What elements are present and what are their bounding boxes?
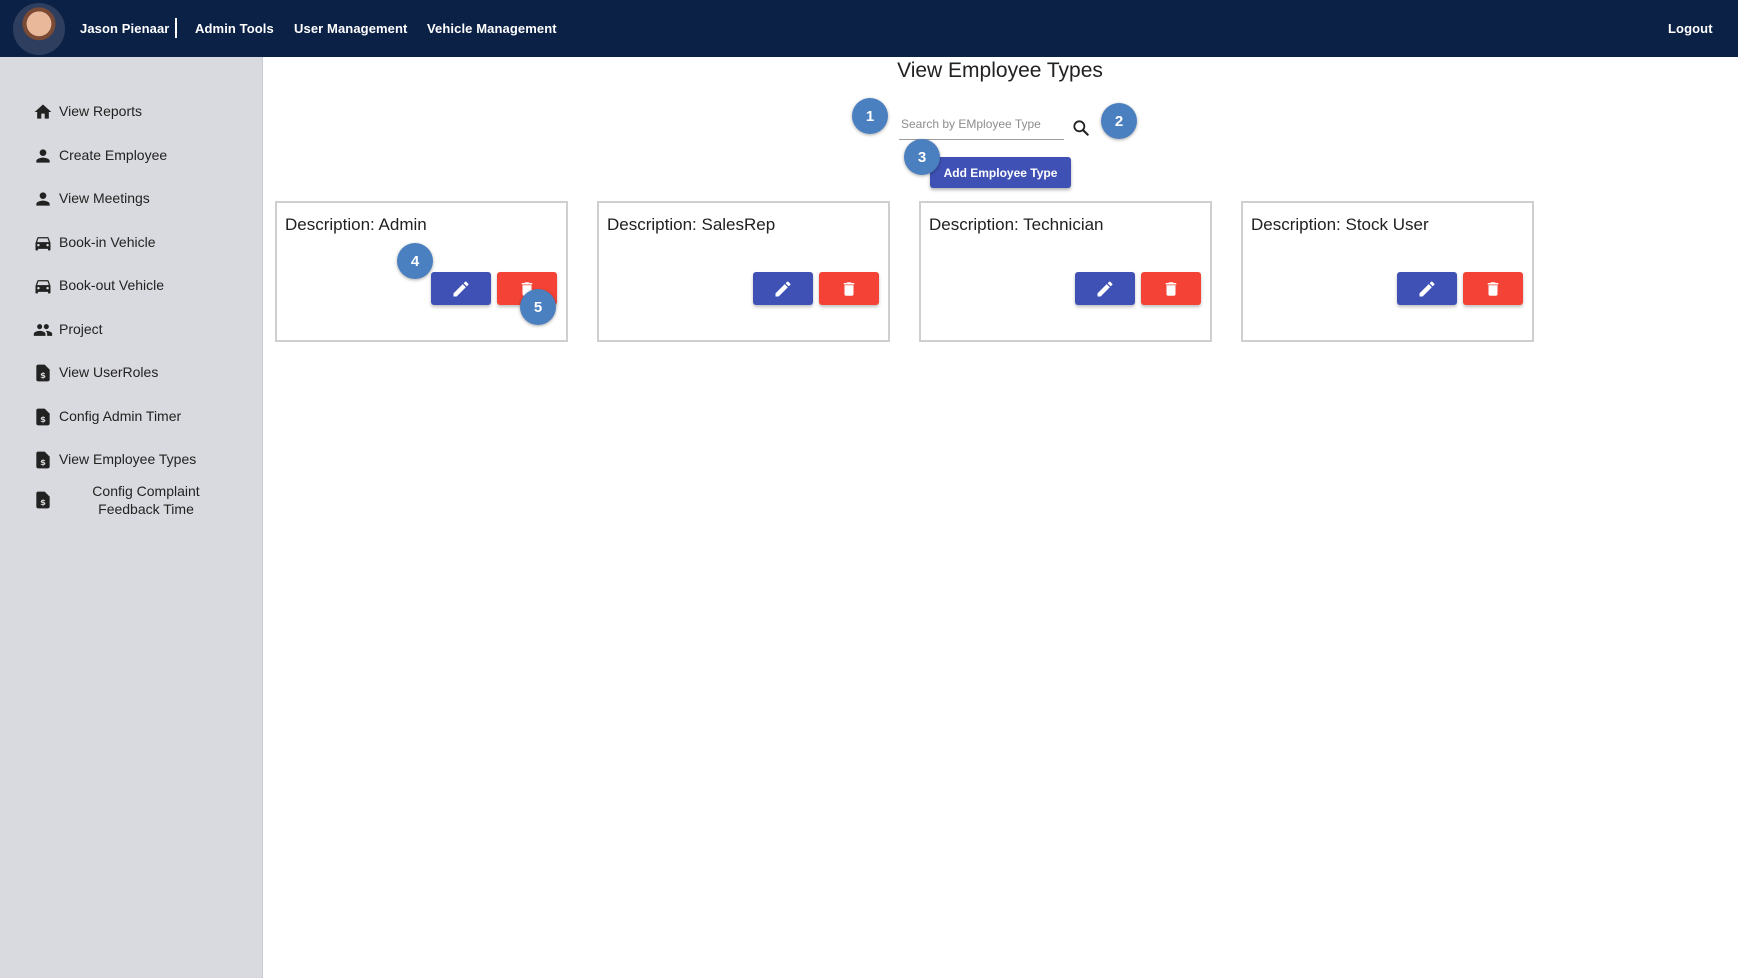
search-icon[interactable] (1071, 118, 1091, 138)
svg-text:$: $ (40, 414, 46, 424)
sidebar-item-view-reports[interactable]: View Reports (0, 93, 262, 129)
search-field (899, 112, 1064, 140)
document-dollar-icon: $ (36, 491, 50, 509)
search-input[interactable] (899, 112, 1063, 136)
car-icon (35, 280, 51, 294)
sidebar-item-label: Config Admin Timer (59, 408, 182, 424)
sidebar-item-view-employee-types[interactable]: $ View Employee Types (0, 441, 262, 477)
document-dollar-icon: $ (36, 364, 50, 382)
sidebar-item-label: Book-in Vehicle (59, 234, 156, 250)
svg-text:$: $ (40, 370, 46, 380)
trash-icon (1165, 281, 1177, 296)
car-icon (35, 237, 51, 251)
avatar[interactable] (13, 3, 65, 55)
home-icon (34, 104, 52, 119)
employee-type-card: Description: Technician (919, 201, 1212, 342)
pencil-icon (453, 280, 469, 296)
annotation-badge: 1 (852, 98, 888, 134)
document-dollar-icon: $ (36, 408, 50, 426)
document-dollar-icon: $ (36, 451, 50, 469)
card-description: Description: Admin (285, 215, 427, 234)
nav-vehicle-management[interactable]: Vehicle Management (427, 0, 557, 57)
edit-button[interactable] (1397, 272, 1457, 305)
delete-button[interactable] (819, 272, 879, 305)
person-icon (36, 192, 50, 206)
trash-icon (1487, 281, 1499, 296)
sidebar: View Reports Create Employee View Meetin… (0, 57, 263, 978)
delete-button[interactable] (1141, 272, 1201, 305)
sidebar-item-label: Config Complaint Feedback Time (92, 483, 200, 517)
page-title: View Employee Types (897, 59, 1103, 82)
sidebar-item-create-employee[interactable]: Create Employee (0, 137, 262, 173)
sidebar-item-label: View Employee Types (59, 451, 197, 467)
svg-text:$: $ (40, 497, 46, 507)
sidebar-item-label: View Reports (59, 103, 143, 119)
sidebar-item-book-in-vehicle[interactable]: Book-in Vehicle (0, 224, 262, 260)
logout-link[interactable]: Logout (1668, 0, 1713, 57)
nav-separator (175, 18, 177, 38)
person-icon (36, 149, 50, 163)
add-employee-type-button[interactable]: Add Employee Type (930, 157, 1071, 188)
nav-user-management[interactable]: User Management (294, 0, 407, 57)
edit-button[interactable] (753, 272, 813, 305)
annotation-badge: 3 (904, 139, 940, 175)
sidebar-item-config-admin-timer[interactable]: $ Config Admin Timer (0, 398, 262, 434)
sidebar-item-label: View Meetings (59, 190, 150, 206)
sidebar-item-view-userroles[interactable]: $ View UserRoles (0, 354, 262, 390)
edit-button[interactable] (1075, 272, 1135, 305)
sidebar-item-project[interactable]: Project (0, 311, 262, 347)
pencil-icon (1097, 280, 1113, 296)
group-icon (33, 324, 53, 336)
delete-button[interactable] (1463, 272, 1523, 305)
user-name: Jason Pienaar (80, 21, 170, 36)
svg-text:$: $ (40, 457, 46, 467)
employee-type-card: Description: SalesRep (597, 201, 890, 342)
card-description: Description: SalesRep (607, 215, 776, 234)
sidebar-item-label: Project (59, 321, 103, 337)
sidebar-item-label: Create Employee (59, 147, 168, 163)
pencil-icon (775, 280, 791, 296)
nav-admin-tools[interactable]: Admin Tools (195, 0, 274, 57)
card-description: Description: Technician (929, 215, 1104, 234)
trash-icon (843, 281, 855, 296)
employee-type-card: Description: Stock User (1241, 201, 1534, 342)
card-description: Description: Stock User (1251, 215, 1429, 234)
edit-button[interactable] (431, 272, 491, 305)
top-navbar: Jason Pienaar Admin Tools User Managemen… (0, 0, 1738, 57)
sidebar-item-config-complaint-feedback-time[interactable]: $ Config Complaint Feedback Time (0, 479, 262, 521)
annotation-badge: 4 (397, 243, 433, 279)
sidebar-item-label: View UserRoles (59, 364, 159, 380)
sidebar-item-view-meetings[interactable]: View Meetings (0, 180, 262, 216)
annotation-badge: 2 (1101, 103, 1137, 139)
pencil-icon (1419, 280, 1435, 296)
sidebar-item-label: Book-out Vehicle (59, 277, 165, 293)
sidebar-item-book-out-vehicle[interactable]: Book-out Vehicle (0, 267, 262, 303)
annotation-badge: 5 (520, 289, 556, 325)
